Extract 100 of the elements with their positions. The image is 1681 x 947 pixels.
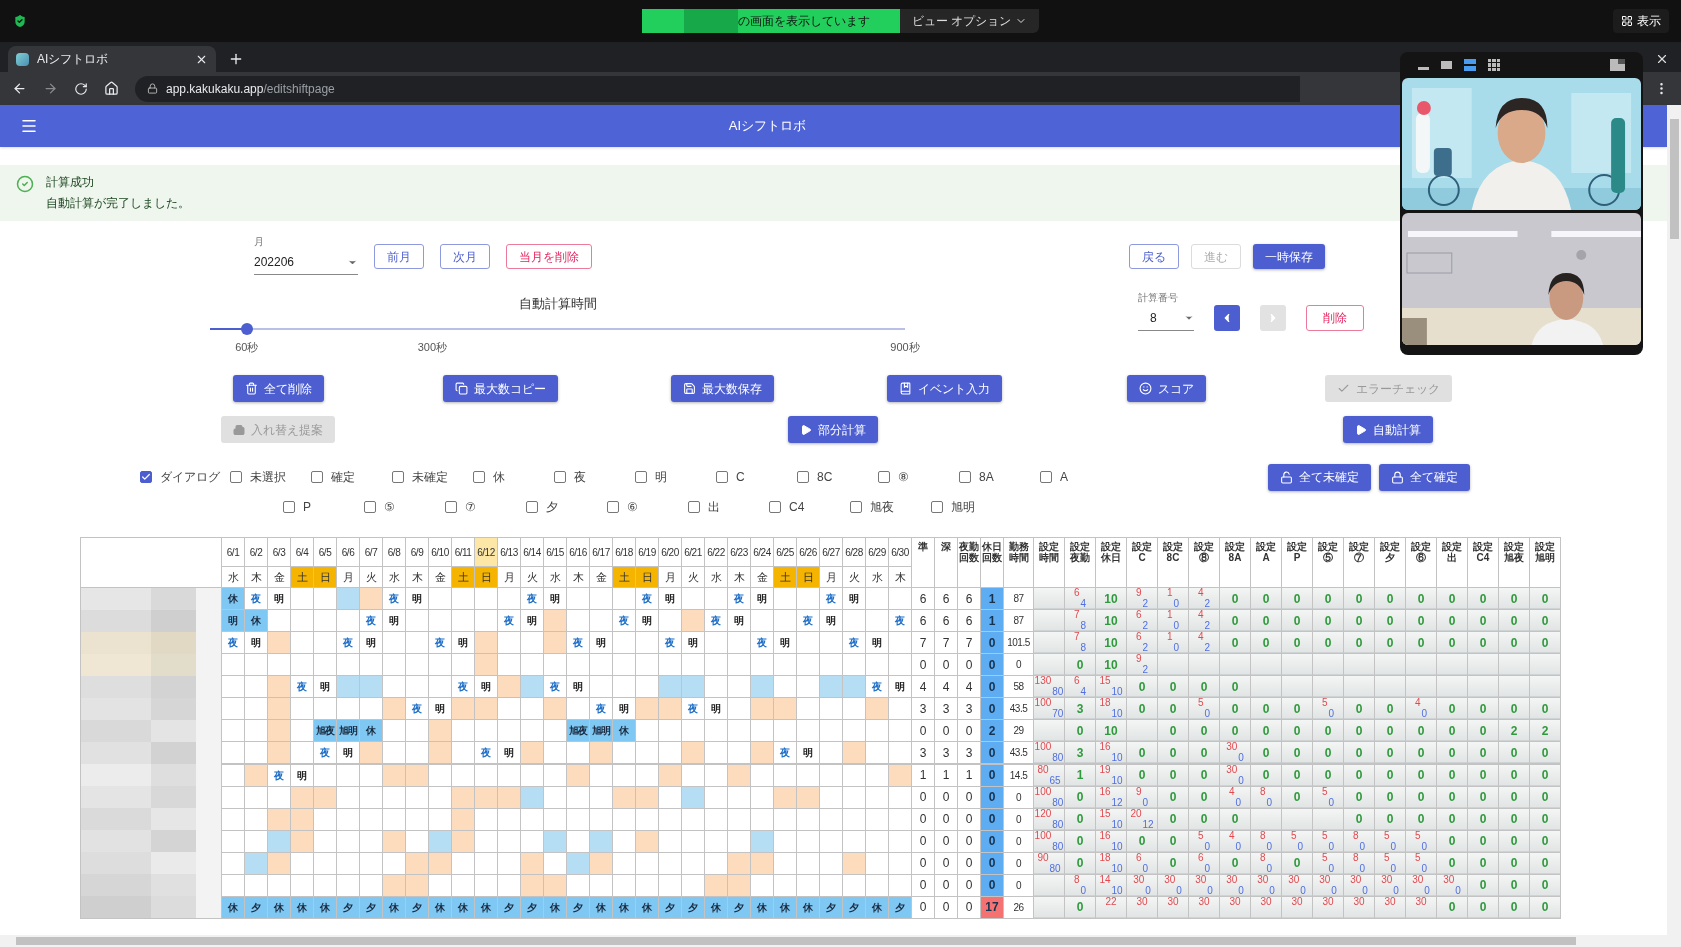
- address-field[interactable]: app.kakukaku.app/editshiftpage: [135, 75, 1300, 102]
- setting-cell[interactable]: 10: [1096, 588, 1126, 609]
- shift-cell[interactable]: 夜: [406, 698, 428, 720]
- setting-cell[interactable]: 0: [1375, 698, 1405, 720]
- table-cell[interactable]: [866, 742, 888, 764]
- setting-cell[interactable]: 0: [1375, 720, 1405, 742]
- setting-cell[interactable]: 0: [1065, 830, 1095, 852]
- table-cell[interactable]: [429, 764, 451, 786]
- setting-cell[interactable]: 0: [1530, 698, 1560, 720]
- checkbox[interactable]: [878, 471, 890, 483]
- table-cell[interactable]: [613, 852, 635, 874]
- setting-cell[interactable]: 0: [1251, 698, 1281, 720]
- setting-cell[interactable]: 0: [1344, 808, 1374, 830]
- table-cell[interactable]: [636, 830, 658, 852]
- action-button[interactable]: イベント入力: [886, 375, 1002, 402]
- setting-cell[interactable]: 0: [1437, 896, 1467, 918]
- setting-cell[interactable]: 3: [1065, 742, 1095, 764]
- setting-cell[interactable]: 0: [1406, 720, 1436, 742]
- table-cell[interactable]: [889, 720, 911, 742]
- setting-cell[interactable]: 0: [1313, 764, 1343, 786]
- shift-cell[interactable]: 夜: [843, 632, 865, 654]
- checkbox[interactable]: [283, 501, 295, 513]
- table-cell[interactable]: [291, 632, 313, 654]
- table-cell[interactable]: [360, 786, 382, 808]
- stacked-view-icon[interactable]: [1464, 59, 1476, 71]
- table-cell[interactable]: [452, 698, 474, 720]
- table-cell[interactable]: [567, 764, 589, 786]
- table-cell[interactable]: [498, 874, 520, 896]
- shift-cell[interactable]: 明: [452, 632, 474, 654]
- setting-cell[interactable]: 5 0: [1313, 852, 1343, 874]
- table-cell[interactable]: [682, 610, 704, 632]
- shift-cell[interactable]: 夕: [728, 896, 750, 918]
- setting-cell[interactable]: [1344, 676, 1374, 698]
- table-cell[interactable]: [590, 676, 612, 698]
- table-cell[interactable]: [521, 742, 543, 764]
- setting-cell[interactable]: 0: [1344, 742, 1374, 764]
- table-cell[interactable]: [245, 676, 267, 698]
- table-cell[interactable]: [705, 720, 727, 742]
- shift-cell[interactable]: 夜: [636, 588, 658, 609]
- setting-cell[interactable]: 0: [1344, 610, 1374, 632]
- table-cell[interactable]: [314, 698, 336, 720]
- shift-cell[interactable]: 夜: [728, 588, 750, 609]
- setting-cell[interactable]: 30 0: [1220, 764, 1250, 786]
- setting-cell[interactable]: 10: [1096, 720, 1126, 742]
- setting-cell[interactable]: 0: [1530, 742, 1560, 764]
- shift-cell[interactable]: 旭夜: [567, 720, 589, 742]
- table-cell[interactable]: [360, 588, 382, 609]
- table-cell[interactable]: [682, 654, 704, 676]
- setting-cell[interactable]: 0: [1375, 632, 1405, 654]
- shift-cell[interactable]: 休: [383, 896, 405, 918]
- shift-cell[interactable]: 休: [590, 896, 612, 918]
- table-cell[interactable]: [659, 852, 681, 874]
- shift-cell[interactable]: 休: [751, 896, 773, 918]
- table-cell[interactable]: [820, 830, 842, 852]
- setting-cell[interactable]: 19 10: [1096, 764, 1126, 786]
- setting-cell[interactable]: 0: [1499, 896, 1529, 918]
- setting-cell[interactable]: 30 0: [1220, 742, 1250, 764]
- setting-cell[interactable]: 0: [1127, 742, 1157, 764]
- table-cell[interactable]: [521, 676, 543, 698]
- table-cell[interactable]: [452, 874, 474, 896]
- table-cell[interactable]: [291, 610, 313, 632]
- shift-cell[interactable]: 明: [521, 610, 543, 632]
- table-cell[interactable]: [705, 852, 727, 874]
- table-cell[interactable]: [590, 808, 612, 830]
- table-cell[interactable]: [314, 830, 336, 852]
- shift-cell[interactable]: 明: [590, 632, 612, 654]
- shift-cell[interactable]: 明: [291, 764, 313, 786]
- setting-cell[interactable]: 0: [1406, 786, 1436, 808]
- table-cell[interactable]: [613, 676, 635, 698]
- table-cell[interactable]: [314, 874, 336, 896]
- shift-cell[interactable]: 夕: [567, 896, 589, 918]
- table-cell[interactable]: [682, 830, 704, 852]
- setting-cell[interactable]: [1251, 654, 1281, 676]
- shift-cell[interactable]: 休: [636, 896, 658, 918]
- history-button[interactable]: 一時保存: [1253, 244, 1325, 269]
- setting-cell[interactable]: 0: [1313, 742, 1343, 764]
- table-cell[interactable]: [636, 632, 658, 654]
- table-cell[interactable]: [636, 874, 658, 896]
- setting-cell[interactable]: 7 8: [1065, 610, 1095, 632]
- setting-cell[interactable]: 4 2: [1189, 588, 1219, 609]
- table-cell[interactable]: [498, 698, 520, 720]
- table-cell[interactable]: [682, 764, 704, 786]
- table-cell[interactable]: [797, 654, 819, 676]
- table-cell[interactable]: [337, 764, 359, 786]
- setting-cell[interactable]: 0: [1406, 588, 1436, 609]
- setting-cell[interactable]: 20 12: [1127, 808, 1157, 830]
- setting-cell[interactable]: 10: [1096, 632, 1126, 654]
- setting-cell[interactable]: 100 80: [1034, 830, 1064, 852]
- table-cell[interactable]: [820, 808, 842, 830]
- table-cell[interactable]: [682, 720, 704, 742]
- table-cell[interactable]: [682, 852, 704, 874]
- setting-cell[interactable]: 30 0: [1375, 874, 1405, 896]
- setting-cell[interactable]: 0: [1499, 830, 1529, 852]
- table-cell[interactable]: [682, 874, 704, 896]
- table-cell[interactable]: [636, 786, 658, 808]
- table-cell[interactable]: [360, 874, 382, 896]
- setting-cell[interactable]: 1: [1065, 764, 1095, 786]
- table-cell[interactable]: [222, 676, 244, 698]
- shift-cell[interactable]: 夜: [245, 588, 267, 609]
- setting-cell[interactable]: 4 0: [1220, 786, 1250, 808]
